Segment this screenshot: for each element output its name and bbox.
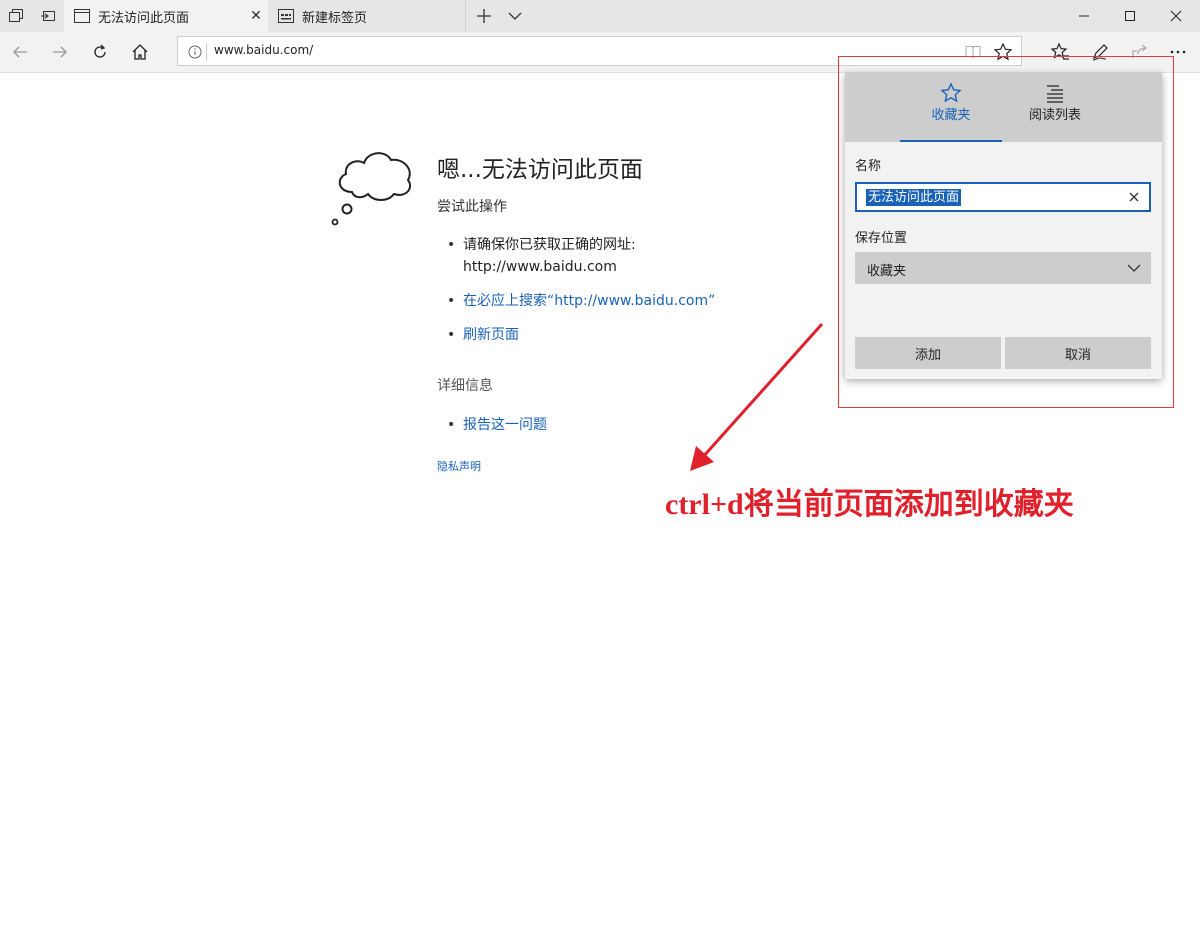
panel-header: 收藏夹 阅读列表 (845, 73, 1162, 142)
list-item: 刷新页面 (437, 324, 715, 346)
tab-preview-icon[interactable] (6, 6, 26, 26)
list-item: 报告这一问题 (437, 414, 547, 436)
name-label: 名称 (855, 159, 882, 174)
url-text: http://www.baidu.com (463, 259, 617, 275)
info-icon[interactable] (188, 45, 202, 59)
details-list: 报告这一问题 (437, 414, 547, 436)
chevron-down-icon (1127, 264, 1141, 272)
tab-title: 无法访问此页面 (98, 10, 190, 26)
thought-cloud-icon (331, 152, 412, 226)
forward-icon[interactable] (48, 40, 72, 64)
tab-new[interactable]: 新建标签页 (268, 0, 466, 32)
new-tab-page-icon (278, 9, 294, 23)
location-value: 收藏夹 (867, 264, 907, 279)
refresh-page-link[interactable]: 刷新页面 (463, 327, 519, 343)
minimize-icon[interactable] (1061, 0, 1107, 32)
url-text[interactable]: www.baidu.com/ (214, 43, 313, 57)
reading-list-icon (1047, 85, 1063, 103)
close-window-icon[interactable] (1153, 0, 1199, 32)
tab-label: 阅读列表 (1028, 108, 1081, 123)
tab-active[interactable]: 无法访问此页面 ✕ (64, 0, 268, 32)
back-icon[interactable] (8, 40, 32, 64)
report-problem-link[interactable]: 报告这一问题 (463, 417, 547, 433)
details-label: 详细信息 (437, 378, 493, 394)
chevron-down-icon[interactable] (503, 4, 527, 28)
annotation-text: ctrl+d将当前页面添加到收藏夹 (665, 488, 1074, 521)
cancel-button[interactable]: 取消 (1005, 337, 1151, 369)
tab-favorites[interactable]: 收藏夹 (900, 73, 1002, 142)
set-tabs-aside-icon[interactable] (38, 6, 58, 26)
try-label: 尝试此操作 (437, 199, 507, 215)
privacy-link[interactable]: 隐私声明 (437, 458, 481, 474)
address-divider (206, 43, 207, 61)
title-bar: 无法访问此页面 ✕ 新建标签页 (0, 0, 1200, 32)
tab-title: 新建标签页 (302, 10, 368, 26)
annotation-arrow (690, 322, 824, 471)
maximize-icon[interactable] (1107, 0, 1153, 32)
star-icon (940, 82, 962, 103)
name-field[interactable]: 无法访问此页面 (855, 182, 1151, 212)
new-tab-icon[interactable] (472, 4, 496, 28)
list-item: 在必应上搜索“http://www.baidu.com” (437, 290, 715, 312)
location-dropdown[interactable]: 收藏夹 (855, 252, 1151, 284)
location-label: 保存位置 (855, 231, 908, 246)
page-icon (74, 9, 90, 23)
tab-reading-list[interactable]: 阅读列表 (1004, 73, 1106, 142)
page-title: 嗯...无法访问此页面 (437, 157, 643, 183)
check-url-text: 请确保你已获取正确的网址: (463, 237, 636, 253)
add-favorite-panel: 收藏夹 阅读列表 名称 无法访问此页面 保存位置 收藏夹 添加 取消 (845, 73, 1162, 379)
refresh-icon[interactable] (88, 40, 112, 64)
suggestion-list: 请确保你已获取正确的网址: http://www.baidu.com 在必应上搜… (437, 234, 715, 358)
add-button[interactable]: 添加 (855, 337, 1001, 369)
bing-search-link[interactable]: 在必应上搜索“http://www.baidu.com” (463, 293, 715, 309)
name-value: 无法访问此页面 (866, 189, 962, 206)
clear-icon[interactable] (1127, 190, 1141, 204)
list-item: 请确保你已获取正确的网址: http://www.baidu.com (437, 234, 715, 278)
home-icon[interactable] (128, 40, 152, 64)
close-tab-icon[interactable]: ✕ (244, 8, 268, 24)
tab-label: 收藏夹 (931, 108, 971, 123)
